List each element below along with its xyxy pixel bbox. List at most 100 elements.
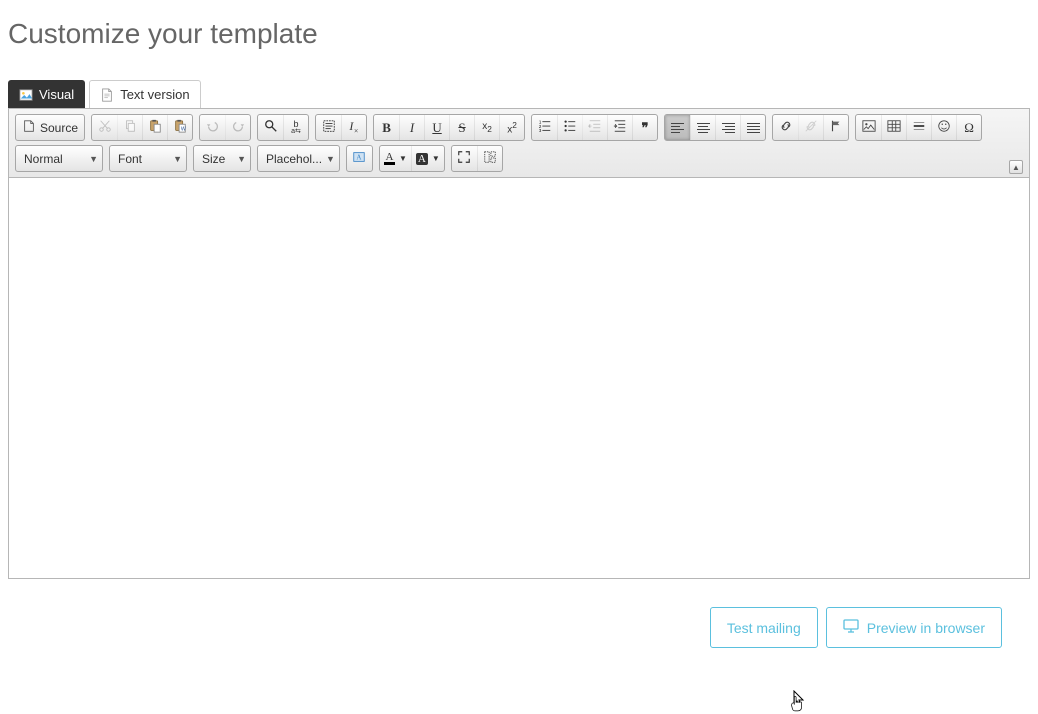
show-blocks-button[interactable] xyxy=(477,146,502,171)
bold-icon: B xyxy=(382,120,391,136)
test-mailing-button[interactable]: Test mailing xyxy=(710,607,818,648)
paste-word-icon: W xyxy=(173,119,187,136)
special-char-button[interactable]: Ω xyxy=(956,115,981,140)
size-combo[interactable]: Size ▼ xyxy=(193,145,251,172)
tab-visual[interactable]: Visual xyxy=(8,80,85,108)
toolbar-collapse-button[interactable]: ▲ xyxy=(1009,160,1023,174)
editor-toolbar: Source W xyxy=(9,109,1029,178)
chevron-up-icon: ▲ xyxy=(1012,163,1020,172)
strike-button[interactable]: S xyxy=(449,115,474,140)
replace-button[interactable]: ba⇆ xyxy=(283,115,308,140)
maximize-button[interactable] xyxy=(452,146,477,171)
group-select-clear: I× xyxy=(315,114,367,141)
hr-icon xyxy=(912,119,926,136)
group-colors: A ▼ A ▼ xyxy=(379,145,445,172)
superscript-button[interactable]: x2 xyxy=(499,115,524,140)
group-styles: A xyxy=(346,145,373,172)
bold-button[interactable]: B xyxy=(374,115,399,140)
align-center-icon xyxy=(697,123,710,133)
preview-label: Preview in browser xyxy=(867,620,985,636)
editor: Source W xyxy=(8,108,1030,579)
redo-icon xyxy=(231,119,245,136)
tab-visual-label: Visual xyxy=(39,87,74,102)
chevron-down-icon: ▼ xyxy=(237,154,246,164)
placeholder-label: Placehol... xyxy=(266,152,322,166)
outdent-icon xyxy=(588,119,602,136)
font-label: Font xyxy=(118,152,142,166)
editor-content-area[interactable] xyxy=(9,178,1029,578)
placeholder-combo[interactable]: Placehol...▼ xyxy=(257,145,340,172)
align-left-button[interactable] xyxy=(665,115,690,140)
image-button[interactable] xyxy=(856,115,881,140)
paragraph-format-combo[interactable]: Normal▼ xyxy=(15,145,103,172)
tabs-row: Visual Text version xyxy=(8,80,1030,108)
italic-button[interactable]: I xyxy=(399,115,424,140)
align-justify-icon xyxy=(747,123,760,133)
test-mailing-label: Test mailing xyxy=(727,620,801,636)
bullet-list-button[interactable] xyxy=(557,115,582,140)
text-color-button[interactable]: A ▼ xyxy=(380,146,411,171)
maximize-icon xyxy=(457,150,471,167)
superscript-icon: x2 xyxy=(507,120,517,135)
find-button[interactable] xyxy=(258,115,283,140)
paste-button[interactable] xyxy=(142,115,167,140)
search-icon xyxy=(264,119,278,136)
outdent-button[interactable] xyxy=(582,115,607,140)
numbered-list-button[interactable]: 123 xyxy=(532,115,557,140)
blockquote-button[interactable]: ❞ xyxy=(632,115,657,140)
tab-text-version[interactable]: Text version xyxy=(89,80,200,108)
strike-icon: S xyxy=(458,120,465,136)
undo-button[interactable] xyxy=(200,115,225,140)
unlink-button[interactable] xyxy=(798,115,823,140)
styles-button[interactable]: A xyxy=(347,146,372,171)
group-source: Source xyxy=(15,114,85,141)
cut-button[interactable] xyxy=(92,115,117,140)
bg-color-icon: A xyxy=(416,153,428,165)
align-center-button[interactable] xyxy=(690,115,715,140)
chevron-down-icon: ▼ xyxy=(89,154,98,164)
select-all-button[interactable] xyxy=(316,115,341,140)
subscript-button[interactable]: x2 xyxy=(474,115,499,140)
cursor-icon xyxy=(788,690,808,714)
footer-actions: Test mailing Preview in browser xyxy=(8,607,1030,648)
scissors-icon xyxy=(98,119,112,136)
align-justify-button[interactable] xyxy=(740,115,765,140)
group-insert: Ω xyxy=(855,114,982,141)
paste-word-button[interactable]: W xyxy=(167,115,192,140)
insert-image-icon xyxy=(862,119,876,136)
paste-icon xyxy=(148,119,162,136)
group-clipboard: W xyxy=(91,114,193,141)
bg-color-button[interactable]: A ▼ xyxy=(411,146,444,171)
link-button[interactable] xyxy=(773,115,798,140)
svg-text:3: 3 xyxy=(538,128,541,133)
subscript-icon: x2 xyxy=(482,121,492,134)
size-label: Size xyxy=(202,152,225,166)
svg-text:W: W xyxy=(181,126,186,132)
indent-button[interactable] xyxy=(607,115,632,140)
anchor-button[interactable] xyxy=(823,115,848,140)
link-icon xyxy=(779,119,793,136)
table-button[interactable] xyxy=(881,115,906,140)
align-right-icon xyxy=(722,123,735,133)
remove-format-button[interactable]: I× xyxy=(341,115,366,140)
page-title: Customize your template xyxy=(8,18,1030,50)
copy-button[interactable] xyxy=(117,115,142,140)
image-icon xyxy=(19,88,33,102)
horizontal-rule-button[interactable] xyxy=(906,115,931,140)
align-right-button[interactable] xyxy=(715,115,740,140)
italic-icon: I xyxy=(410,120,414,136)
source-button[interactable]: Source xyxy=(16,115,84,140)
preview-browser-button[interactable]: Preview in browser xyxy=(826,607,1002,648)
source-label: Source xyxy=(40,121,78,135)
indent-icon xyxy=(613,119,627,136)
font-combo[interactable]: Font▼ xyxy=(109,145,187,172)
group-align xyxy=(664,114,766,141)
group-basic-styles: B I U S x2 x2 xyxy=(373,114,525,141)
underline-button[interactable]: U xyxy=(424,115,449,140)
copy-icon xyxy=(123,119,137,136)
group-find: ba⇆ xyxy=(257,114,309,141)
monitor-icon xyxy=(843,618,859,637)
smiley-button[interactable] xyxy=(931,115,956,140)
redo-button[interactable] xyxy=(225,115,250,140)
document-icon xyxy=(100,88,114,102)
